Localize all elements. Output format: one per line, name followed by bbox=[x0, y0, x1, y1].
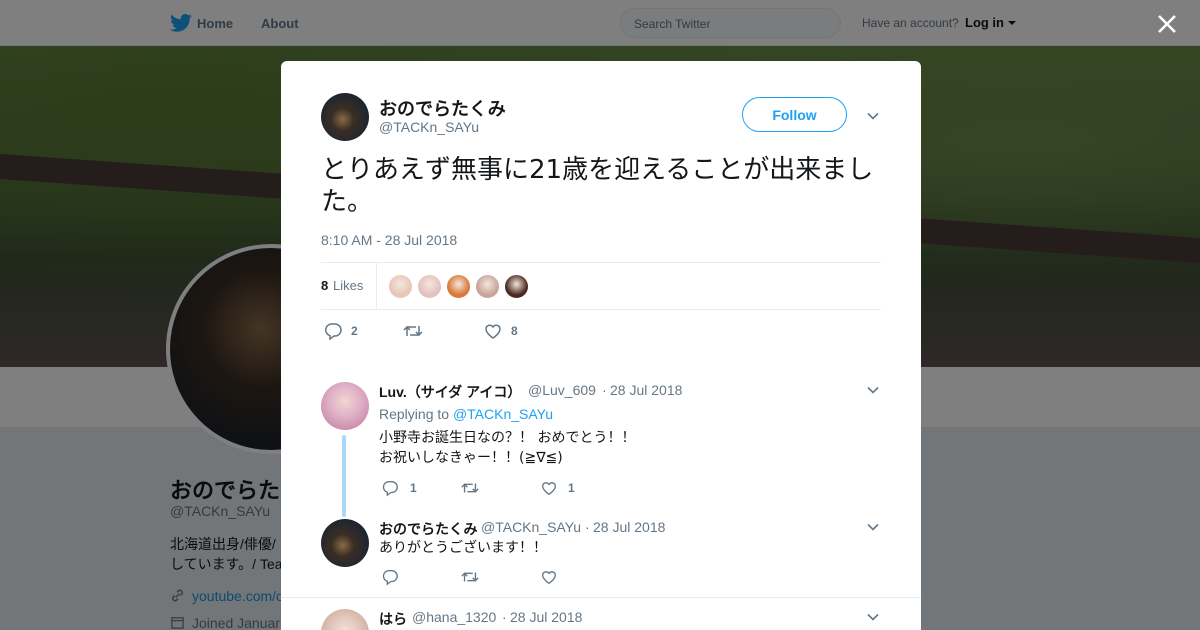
retweet-action[interactable] bbox=[460, 568, 480, 591]
liker-avatar[interactable] bbox=[504, 274, 529, 299]
close-icon[interactable] bbox=[1155, 12, 1179, 36]
reply-text-line: お祝いしなきゃー！！(≧∇≦) bbox=[379, 450, 563, 466]
reply-author-handle[interactable]: @TACKn_SAYu bbox=[481, 519, 581, 535]
heart-icon[interactable] bbox=[540, 568, 558, 586]
follow-button[interactable]: Follow bbox=[742, 97, 847, 132]
reply-avatar[interactable] bbox=[321, 382, 369, 430]
liker-avatar[interactable] bbox=[475, 274, 500, 299]
author-handle[interactable]: @TACKn_SAYu bbox=[379, 119, 479, 135]
replying-to-handle-link[interactable]: @TACKn_SAYu bbox=[453, 406, 553, 422]
reply-author-handle[interactable]: @Luv_609 bbox=[528, 382, 596, 398]
liker-avatar[interactable] bbox=[446, 274, 471, 299]
retweet-icon[interactable] bbox=[460, 479, 480, 497]
author-name[interactable]: おのでらたくみ bbox=[379, 95, 506, 121]
like-action[interactable] bbox=[540, 568, 558, 591]
tweet-actions: 2 8 bbox=[321, 319, 881, 343]
reply-icon[interactable] bbox=[323, 322, 343, 340]
retweet-icon[interactable] bbox=[402, 322, 424, 340]
reply-icon[interactable] bbox=[381, 479, 399, 497]
tweet-text: とりあえず無事に21歳を迎えることが出来ました。 bbox=[321, 155, 874, 217]
reply-count: 2 bbox=[351, 324, 358, 338]
reply-dot-separator: · bbox=[602, 382, 607, 398]
reply-dot-separator: · bbox=[502, 609, 507, 625]
tweet-stats: 8 Likes bbox=[321, 262, 881, 310]
reply-author-name[interactable]: おのでらたくみ bbox=[379, 519, 478, 539]
reply-text-line: ありがとうございます！！ bbox=[379, 540, 547, 556]
heart-icon[interactable] bbox=[483, 322, 503, 340]
tweet-timestamp[interactable]: 8:10 AM - 28 Jul 2018 bbox=[321, 232, 457, 248]
chevron-down-icon[interactable] bbox=[866, 383, 880, 397]
reply-actions bbox=[379, 568, 679, 588]
liker-avatar[interactable] bbox=[388, 274, 413, 299]
reply-date[interactable]: 28 Jul 2018 bbox=[593, 519, 665, 535]
chevron-down-icon[interactable] bbox=[866, 520, 880, 534]
chevron-down-icon[interactable] bbox=[866, 109, 880, 123]
reply-icon[interactable] bbox=[381, 568, 399, 586]
stats-divider bbox=[376, 263, 377, 309]
reply-count: 1 bbox=[410, 481, 417, 495]
reply-author-handle[interactable]: @hana_1320 bbox=[412, 609, 496, 625]
heart-icon[interactable] bbox=[540, 479, 558, 497]
tweet-modal: おのでらたくみ @TACKn_SAYu Follow とりあえず無事に21歳を迎… bbox=[281, 61, 921, 630]
chevron-down-icon[interactable] bbox=[866, 610, 880, 624]
reply-author-name[interactable]: はら bbox=[379, 609, 407, 629]
likes-label[interactable]: Likes bbox=[333, 278, 363, 293]
retweet-action[interactable] bbox=[460, 479, 480, 502]
reply-action[interactable] bbox=[381, 568, 399, 591]
reply-dot-separator: · bbox=[585, 519, 590, 535]
reply-separator bbox=[281, 597, 921, 598]
reply-actions: 1 1 bbox=[379, 479, 679, 499]
liker-avatar[interactable] bbox=[417, 274, 442, 299]
reply-avatar[interactable] bbox=[321, 519, 369, 567]
thread-connector-line bbox=[342, 435, 346, 517]
retweet-icon[interactable] bbox=[460, 568, 480, 586]
reply-date[interactable]: 28 Jul 2018 bbox=[510, 609, 582, 625]
author-avatar[interactable] bbox=[321, 93, 369, 141]
reply-date[interactable]: 28 Jul 2018 bbox=[610, 382, 682, 398]
reply-action[interactable]: 1 bbox=[381, 479, 417, 502]
replying-to-prefix: Replying to bbox=[379, 406, 450, 422]
likes-count[interactable]: 8 bbox=[321, 278, 328, 293]
reply-author-name[interactable]: Luv.（サイダ アイコ） bbox=[379, 382, 521, 402]
replying-to-label: Replying to @TACKn_SAYu bbox=[379, 406, 553, 422]
reply-avatar[interactable] bbox=[321, 609, 369, 630]
like-count: 1 bbox=[568, 481, 575, 495]
reply-text-line: 小野寺お誕生日なの？！ おめでとう！！ bbox=[379, 430, 636, 446]
like-count: 8 bbox=[511, 324, 518, 338]
like-action[interactable]: 1 bbox=[540, 479, 575, 502]
